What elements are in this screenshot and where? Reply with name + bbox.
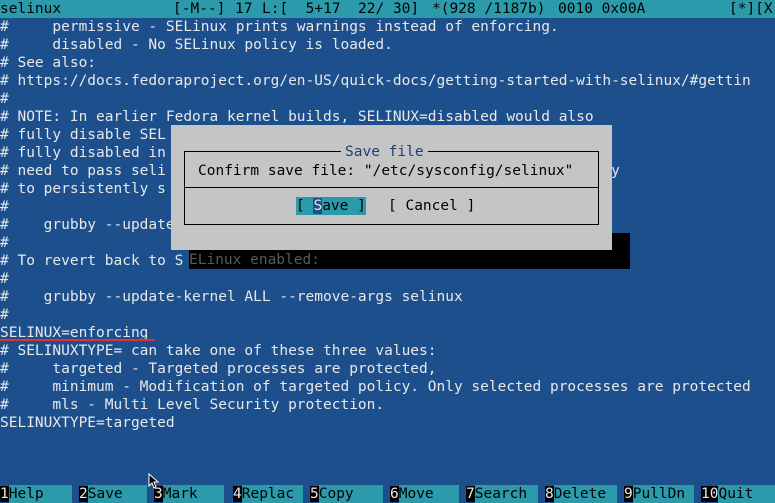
status-line-info: L:[ 5+17 22/ 30]: [262, 1, 420, 17]
editor-line: # SELINUXTYPE= can take one of these thr…: [0, 343, 437, 359]
editor-line: # targeted - Targeted processes are prot…: [0, 361, 437, 377]
editor-line: SELINUXTYPE=targeted: [0, 415, 175, 431]
editor-line: # permissive - SELinux prints warnings i…: [0, 19, 559, 35]
dialog-separator: [184, 187, 599, 188]
editor-line: # NOTE: In earlier Fedora kernel builds,…: [0, 109, 594, 125]
status-column: 17: [235, 1, 253, 17]
f9-pulldown-key[interactable]: 9PullDn: [624, 485, 694, 503]
status-mode: [-M--]: [173, 1, 226, 17]
editor-line: # mls - Multi Level Security protection.: [0, 397, 385, 413]
f4-replace-key[interactable]: 4Replac: [233, 485, 303, 503]
f6-move-key[interactable]: 6Move: [390, 485, 459, 503]
save-button[interactable]: [ Save ]: [296, 197, 366, 215]
f5-copy-key[interactable]: 5Copy: [310, 485, 383, 503]
editor-line: # https://docs.fedoraproject.org/en-US/q…: [0, 73, 751, 89]
shadow-text: ELinux enabled:: [189, 252, 320, 268]
save-button-open: [: [296, 198, 314, 214]
f2-save-key[interactable]: 2Save: [79, 485, 147, 503]
save-file-dialog: Save file Confirm save file: "/etc/sysco…: [171, 125, 612, 250]
save-hotkey: S: [313, 198, 323, 214]
editor-line: # grubby --update-kernel ALL --remove-ar…: [0, 289, 463, 305]
status-bar: selinux [-M--] 17 L:[ 5+17 22/ 30] *(928…: [0, 0, 775, 18]
status-char-code: 0010 0x00A: [558, 1, 646, 17]
f1-help-key[interactable]: 1Help: [0, 485, 72, 503]
editor-line: #: [0, 307, 9, 323]
status-flags: [*][X]: [729, 1, 775, 17]
f10-quit-key[interactable]: 10Quit: [701, 485, 775, 503]
editor-line: #: [0, 91, 9, 107]
dialog-title: Save file: [341, 143, 428, 161]
save-button-rest: ave ]: [322, 198, 366, 214]
editor-line: # minimum - Modification of targeted pol…: [0, 379, 751, 395]
dialog-message: Confirm save file: "/etc/sysconfig/selin…: [198, 163, 574, 179]
red-underline-annotation: [0, 339, 155, 341]
function-key-bar: 1Help 2Save 3Mark 4Replac 5Copy 6Move 7S…: [0, 485, 775, 503]
editor-line: #: [0, 271, 9, 287]
f3-mark-key[interactable]: 3Mark: [154, 485, 224, 503]
cancel-button[interactable]: [ Cancel ]: [388, 197, 475, 215]
f8-delete-key[interactable]: 8Delete: [545, 485, 617, 503]
f7-search-key[interactable]: 7Search: [466, 485, 538, 503]
editor-line: # See also:: [0, 55, 97, 71]
status-filename: selinux: [0, 1, 62, 17]
mouse-pointer-icon: [148, 473, 160, 489]
editor-line: # disabled - No SELinux policy is loaded…: [0, 37, 393, 53]
status-offset: *(928 /1187b): [432, 1, 546, 17]
